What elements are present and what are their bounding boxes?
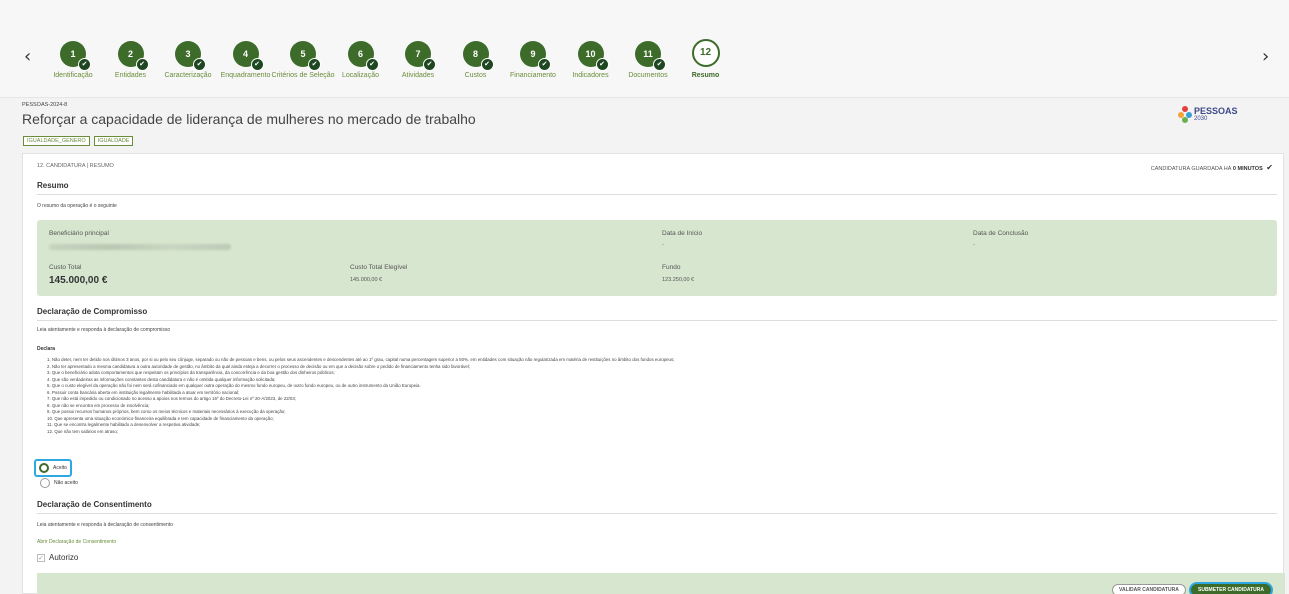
compromisso-intro: Leia atentamente e responda à declaração… — [37, 327, 171, 333]
step-number-text: 9 — [530, 49, 536, 59]
step-number-text: 2 — [127, 49, 133, 59]
check-icon: ✔ — [538, 58, 551, 71]
step-number-text: 10 — [585, 49, 596, 59]
action-bar — [37, 573, 1285, 594]
data-conclusao-value: - — [973, 242, 975, 248]
check-icon: ✔ — [595, 58, 609, 71]
step-number: 2 ✔ — [117, 41, 149, 71]
chevron-right-icon[interactable]: › — [1262, 46, 1269, 67]
radio-icon[interactable] — [40, 478, 50, 488]
reject-radio-option[interactable]: Não aceito — [37, 476, 81, 490]
logo-year: 2030 — [1194, 116, 1208, 122]
compromisso-heading: Declaração de Compromisso — [37, 307, 148, 316]
save-status-time: 0 MINUTOS — [1232, 166, 1263, 172]
step-number-text: 6 — [357, 49, 363, 59]
check-icon: ✔ — [365, 58, 379, 71]
logo-mark-icon — [1178, 106, 1192, 123]
reject-label: Não aceito — [54, 480, 78, 486]
declaration-list: 1. Não deter, nem ter detido nos últimos… — [47, 357, 674, 435]
step-number-text: 4 — [242, 49, 248, 59]
chevron-left-icon[interactable]: ‹ — [24, 46, 31, 67]
step-number-text: 7 — [415, 49, 421, 59]
custo-total-label: Custo Total — [49, 264, 82, 271]
step-number: 3 ✔ — [175, 41, 206, 71]
step-number-text: 3 — [185, 49, 191, 59]
divider — [37, 194, 1277, 195]
beneficiario-label: Beneficiário principal — [49, 230, 109, 237]
check-icon: ✔ — [480, 58, 494, 71]
checkbox-checked-icon[interactable]: ✓ — [37, 553, 45, 562]
project-code: PESSOAS-2024-8 — [22, 102, 68, 108]
declara-label: Declara — [37, 346, 56, 352]
beneficiario-value-redacted — [49, 244, 231, 250]
custo-elegivel-value: 145.000,00 € — [350, 277, 383, 283]
check-icon: ✔ — [250, 58, 264, 71]
data-conclusao-label: Data de Conclusão — [973, 230, 1029, 237]
radio-selected-icon[interactable] — [39, 463, 49, 473]
check-icon: ✔ — [308, 58, 321, 71]
save-status: CANDIDATURA GUARDADA HÁ 0 MINUTOS ✔ — [1151, 163, 1273, 172]
step-number-text: 11 — [643, 49, 653, 59]
pessoas-2030-logo: PESSOAS 2030 — [1178, 103, 1238, 127]
divider — [37, 320, 1277, 321]
step-number: 1 ✔ — [60, 41, 91, 71]
step-number: 4 ✔ — [232, 41, 264, 71]
divider — [37, 513, 1277, 514]
resumo-heading: Resumo — [37, 181, 69, 190]
logo-name: PESSOAS — [1194, 106, 1238, 116]
data-inicio-value: - — [662, 242, 664, 248]
list-item: 1. Não deter, nem ter detido nos últimos… — [47, 357, 675, 362]
list-item: 12. Que não tem salários em atraso; — [47, 428, 119, 434]
check-icon: ✔ — [423, 58, 436, 71]
custo-elegivel-label: Custo Total Elegível — [350, 264, 408, 271]
check-icon: ✔ — [653, 58, 666, 71]
check-icon: ✔ — [193, 58, 206, 71]
consentimento-heading: Declaração de Consentimento — [37, 500, 152, 509]
tag-badge: IGUALDADE_GENERO — [23, 136, 90, 146]
tag-list: IGUALDADE_GENERO IGUALDADE — [23, 136, 134, 146]
step-12[interactable]: 12 Resumo — [669, 39, 743, 80]
resumo-intro: O resumo da operação é o seguinte — [37, 203, 117, 209]
autorizo-label: Autorizo — [49, 553, 79, 562]
step-number: 7 ✔ — [405, 41, 436, 71]
step-number-text: 1 — [70, 49, 76, 59]
fundo-value: 123.250,00 € — [662, 277, 695, 283]
step-number: 11 ✔ — [635, 41, 666, 71]
step-number: 8 ✔ — [462, 41, 494, 71]
tag-badge: IGUALDADE — [93, 136, 134, 146]
consentimento-intro: Leia atentamente e responda à declaração… — [37, 522, 173, 528]
step-number: 12 — [691, 39, 720, 67]
autorizo-checkbox-row[interactable]: ✓ Autorizo — [37, 553, 78, 562]
step-number-text: 12 — [699, 47, 712, 58]
page-title: Reforçar a capacidade de liderança de mu… — [22, 111, 476, 127]
step-number: 6 ✔ — [347, 41, 379, 71]
data-inicio-label: Data de Início — [662, 230, 703, 237]
breadcrumb: 12. CANDIDATURA | RESUMO — [37, 163, 114, 169]
progress-stepper: ‹ 1 ✔ Identificação 2 ✔ Entidades 3 ✔ Caracteriz… — [0, 0, 1289, 98]
step-number-text: 5 — [300, 49, 306, 59]
submit-button[interactable]: SUBMETER CANDIDATURA — [1191, 584, 1272, 594]
check-icon: ✔ — [1266, 163, 1273, 172]
summary-card: 12. CANDIDATURA | RESUMO CANDIDATURA GUA… — [22, 153, 1285, 594]
fundo-label: Fundo — [662, 264, 681, 271]
custo-total-value: 145.000,00 € — [49, 275, 108, 286]
open-consent-link[interactable]: Abrir Declaração de Consentimento — [37, 539, 116, 545]
step-number: 10 ✔ — [577, 41, 609, 71]
save-status-prefix: CANDIDATURA GUARDADA HÁ — [1150, 166, 1232, 172]
step-label: Resumo — [691, 72, 720, 79]
step-number: 5 ✔ — [290, 41, 321, 71]
operation-summary: Beneficiário principal Data de Início - … — [37, 220, 1277, 296]
accept-label: Aceito — [53, 465, 67, 471]
check-icon: ✔ — [135, 58, 149, 71]
step-number-text: 8 — [472, 49, 478, 59]
check-icon: ✔ — [78, 58, 91, 71]
accept-radio-option[interactable]: Aceito — [34, 459, 72, 477]
step-number: 9 ✔ — [520, 41, 551, 71]
validate-button[interactable]: VALIDAR CANDIDATURA — [1112, 584, 1186, 594]
